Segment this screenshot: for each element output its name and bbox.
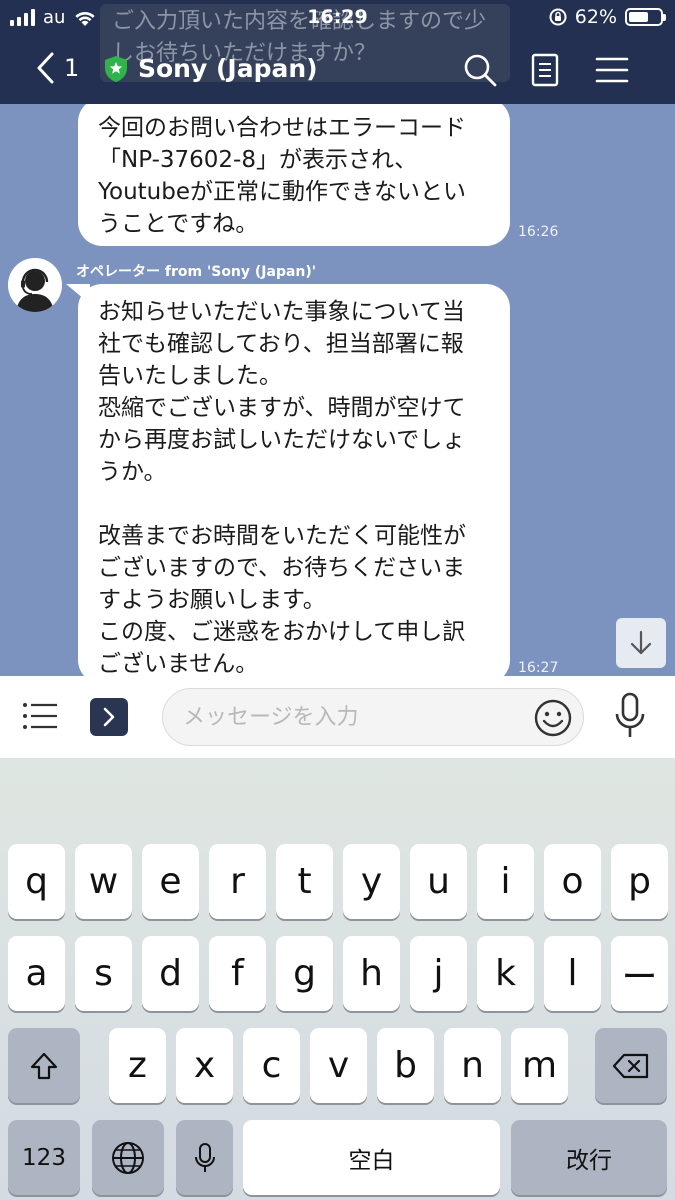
globe-key[interactable] xyxy=(92,1120,164,1195)
message-bubble[interactable]: 今回のお問い合わせはエラーコード 「NP-37602-8」が表示され、 Yout… xyxy=(78,104,510,246)
key-i[interactable]: i xyxy=(477,844,534,919)
search-icon[interactable] xyxy=(462,52,498,88)
unread-count: 1 xyxy=(64,54,80,82)
verified-shield-icon xyxy=(105,55,127,82)
arrow-down-icon xyxy=(630,630,652,655)
message-composer xyxy=(0,676,675,758)
message-timestamp: 16:27 xyxy=(518,660,559,676)
keyboard: q w e r t y u i o p a s d f g h j k l ー … xyxy=(0,758,675,1200)
microphone-icon xyxy=(194,1142,215,1172)
chat-header: ご入力頂いた内容を確認しますので少しお待ちいただけますか？ au 16:29 6… xyxy=(0,0,675,104)
status-bar: au 16:29 62% xyxy=(0,0,675,36)
key-t[interactable]: t xyxy=(276,844,333,919)
notes-icon[interactable] xyxy=(527,52,563,88)
message-bubble[interactable]: お知らせいただいた事象について当 社でも確認しており、担当部署に報 告いたしまし… xyxy=(78,284,510,676)
scroll-to-bottom-button[interactable] xyxy=(616,618,666,668)
chat-title-text: Sony (Japan) xyxy=(138,54,318,83)
key-l[interactable]: l xyxy=(544,936,601,1011)
battery-icon xyxy=(625,8,666,26)
chevron-left-icon xyxy=(37,52,54,84)
operator-avatar[interactable] xyxy=(8,258,62,312)
message-timestamp: 16:26 xyxy=(518,224,559,240)
key-a[interactable]: a xyxy=(8,936,65,1011)
key-v[interactable]: v xyxy=(310,1028,367,1103)
key-g[interactable]: g xyxy=(276,936,333,1011)
shift-key[interactable] xyxy=(8,1028,80,1103)
key-z[interactable]: z xyxy=(109,1028,166,1103)
key-f[interactable]: f xyxy=(209,936,266,1011)
chat-title[interactable]: Sony (Japan) xyxy=(104,54,318,83)
key-q[interactable]: q xyxy=(8,844,65,919)
back-button[interactable]: 1 xyxy=(36,52,79,84)
key-n[interactable]: n xyxy=(444,1028,501,1103)
operator-headset-icon xyxy=(8,258,62,312)
key-long-vowel[interactable]: ー xyxy=(611,936,668,1011)
message-input[interactable] xyxy=(183,699,523,735)
key-y[interactable]: y xyxy=(343,844,400,919)
key-m[interactable]: m xyxy=(511,1028,568,1103)
key-b[interactable]: b xyxy=(377,1028,434,1103)
nav-bar: 1 Sony (Japan) xyxy=(0,40,675,100)
key-r[interactable]: r xyxy=(209,844,266,919)
emoji-icon[interactable] xyxy=(533,698,573,738)
orientation-lock-icon xyxy=(549,8,567,26)
key-o[interactable]: o xyxy=(544,844,601,919)
chevron-right-icon xyxy=(103,707,115,727)
microphone-icon[interactable] xyxy=(612,692,648,740)
key-c[interactable]: c xyxy=(243,1028,300,1103)
sender-name: オペレーター from 'Sony (Japan)' xyxy=(76,264,317,280)
backspace-icon xyxy=(612,1053,649,1078)
dictation-key[interactable] xyxy=(176,1120,233,1195)
key-j[interactable]: j xyxy=(410,936,467,1011)
delete-key[interactable] xyxy=(595,1028,667,1103)
key-u[interactable]: u xyxy=(410,844,467,919)
key-p[interactable]: p xyxy=(611,844,668,919)
list-menu-icon[interactable] xyxy=(22,700,58,732)
return-key[interactable]: 改行 xyxy=(511,1120,667,1195)
menu-icon[interactable] xyxy=(594,52,630,88)
key-x[interactable]: x xyxy=(176,1028,233,1103)
key-e[interactable]: e xyxy=(142,844,199,919)
key-s[interactable]: s xyxy=(75,936,132,1011)
expand-button[interactable] xyxy=(90,698,128,736)
message-input-wrapper[interactable] xyxy=(162,688,584,746)
battery-percent: 62% xyxy=(574,6,617,28)
space-key[interactable]: 空白 xyxy=(243,1120,500,1195)
status-right: 62% xyxy=(549,6,666,28)
key-d[interactable]: d xyxy=(142,936,199,1011)
numbers-key[interactable]: 123 xyxy=(8,1120,80,1195)
shift-arrow-icon xyxy=(30,1052,58,1079)
globe-icon xyxy=(112,1141,144,1174)
key-k[interactable]: k xyxy=(477,936,534,1011)
chat-history[interactable]: 今回のお問い合わせはエラーコード 「NP-37602-8」が表示され、 Yout… xyxy=(0,104,675,676)
key-w[interactable]: w xyxy=(75,844,132,919)
key-h[interactable]: h xyxy=(343,936,400,1011)
